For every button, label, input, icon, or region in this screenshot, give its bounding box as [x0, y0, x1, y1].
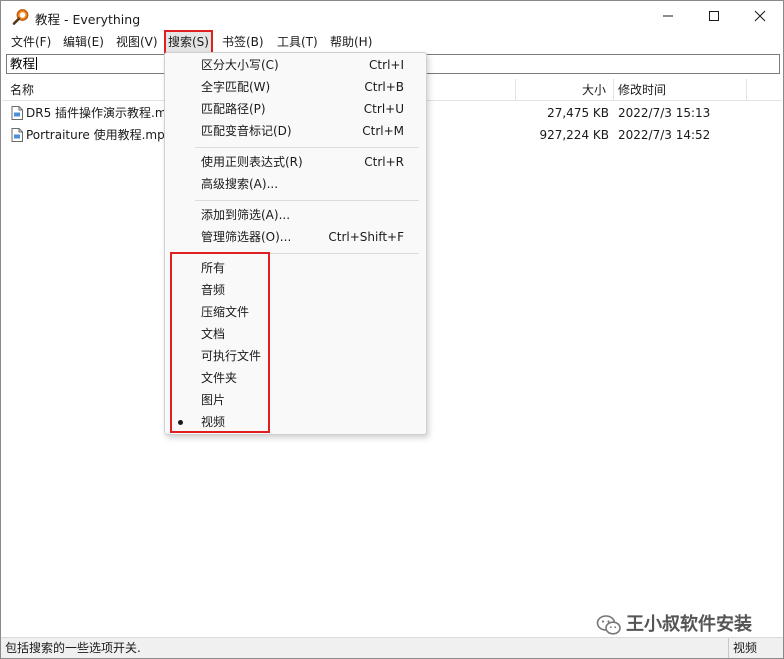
filter-option-compressed[interactable]: 压缩文件	[165, 301, 426, 323]
wechat-icon	[596, 615, 621, 635]
menu-bar: 文件(F) 编辑(E) 视图(V) 搜索(S) 书签(B) 工具(T) 帮助(H…	[1, 30, 783, 54]
minimize-button[interactable]	[645, 1, 691, 31]
status-bar: 包括搜索的一些选项开关. 视频	[1, 637, 783, 658]
window-title: 教程 - Everything	[35, 12, 141, 27]
menu-view[interactable]: 视图(V)	[114, 32, 160, 52]
filter-option-folder[interactable]: 文件夹	[165, 367, 426, 389]
menu-edit[interactable]: 编辑(E)	[61, 32, 106, 52]
selected-bullet-icon	[178, 420, 183, 425]
search-input-value: 教程	[10, 56, 36, 71]
column-divider[interactable]	[613, 79, 614, 101]
menu-file[interactable]: 文件(F)	[9, 32, 53, 52]
menu-separator	[195, 200, 419, 201]
result-modified: 2022/7/3 14:52	[618, 128, 711, 142]
maximize-button[interactable]	[691, 1, 737, 31]
filter-option-document[interactable]: 文档	[165, 323, 426, 345]
menu-option-organize-filters[interactable]: 管理筛选器(O)... Ctrl+Shift+F	[165, 226, 426, 248]
status-hint: 包括搜索的一些选项开关.	[5, 641, 141, 655]
filter-option-everything[interactable]: 所有	[165, 257, 426, 279]
menu-option-advanced-search[interactable]: 高级搜索(A)...	[165, 173, 426, 195]
menu-option-whole-word[interactable]: 全字匹配(W) Ctrl+B	[165, 76, 426, 98]
result-size: 927,224 KB	[539, 128, 609, 142]
menu-help[interactable]: 帮助(H)	[328, 32, 374, 52]
status-filter[interactable]: 视频	[728, 638, 757, 658]
menu-search[interactable]: 搜索(S)	[164, 30, 213, 54]
result-name: DR5 插件操作演示教程.m	[26, 106, 166, 120]
title-bar: 教程 - Everything	[1, 1, 783, 33]
watermark-text: 王小叔软件安装	[626, 614, 752, 635]
video-file-icon	[11, 106, 23, 120]
menu-tools[interactable]: 工具(T)	[275, 32, 320, 52]
filter-option-video[interactable]: 视频	[165, 411, 426, 433]
minimize-icon	[663, 15, 673, 17]
filter-option-executable[interactable]: 可执行文件	[165, 345, 426, 367]
maximize-icon	[709, 11, 719, 21]
search-menu-dropdown: 区分大小写(C) Ctrl+I 全字匹配(W) Ctrl+B 匹配路径(P) C…	[164, 52, 427, 435]
filter-option-picture[interactable]: 图片	[165, 389, 426, 411]
menu-separator	[195, 253, 419, 254]
result-size: 27,475 KB	[547, 106, 609, 120]
column-header-name[interactable]: 名称	[10, 79, 34, 101]
text-caret	[36, 57, 38, 70]
column-divider[interactable]	[746, 79, 747, 101]
menu-bookmarks[interactable]: 书签(B)	[220, 32, 266, 52]
close-button[interactable]	[737, 1, 783, 31]
column-divider[interactable]	[515, 79, 516, 101]
column-header-modified[interactable]: 修改时间	[618, 79, 666, 101]
menu-option-match-path[interactable]: 匹配路径(P) Ctrl+U	[165, 98, 426, 120]
menu-option-match-diacritics[interactable]: 匹配变音标记(D) Ctrl+M	[165, 120, 426, 142]
everything-window: 教程 - Everything 文件(F) 编辑(E) 视图(V) 搜索(S) …	[0, 0, 784, 659]
menu-separator	[195, 147, 419, 148]
filter-option-audio[interactable]: 音频	[165, 279, 426, 301]
video-file-icon	[11, 128, 23, 142]
menu-option-match-case[interactable]: 区分大小写(C) Ctrl+I	[165, 54, 426, 76]
magnifier-app-icon	[12, 9, 29, 25]
close-icon	[754, 10, 766, 22]
result-name: Portraiture 使用教程.mp	[26, 128, 165, 142]
menu-option-add-to-filters[interactable]: 添加到筛选(A)...	[165, 204, 426, 226]
result-modified: 2022/7/3 15:13	[618, 106, 711, 120]
menu-option-regex[interactable]: 使用正则表达式(R) Ctrl+R	[165, 151, 426, 173]
column-header-size[interactable]: 大小	[582, 79, 606, 101]
